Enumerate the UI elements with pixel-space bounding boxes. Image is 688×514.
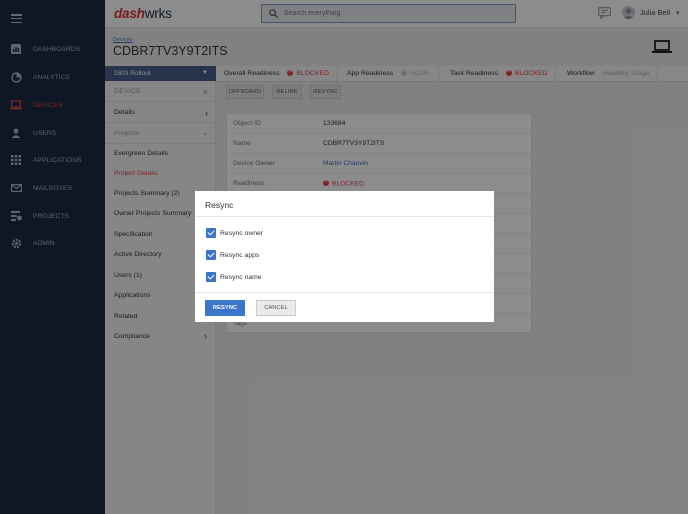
cancel-button[interactable]: CANCEL bbox=[256, 300, 296, 316]
resync-name-checkbox[interactable] bbox=[206, 272, 216, 282]
resync-apps-option[interactable]: Resync apps bbox=[206, 250, 259, 260]
resync-button[interactable]: RESYNC bbox=[205, 300, 245, 316]
divider bbox=[195, 216, 494, 217]
dialog-title: Resync bbox=[205, 200, 234, 210]
resync-owner-option[interactable]: Resync owner bbox=[206, 228, 263, 238]
resync-dialog: Resync Resync owner Resync apps Resync n… bbox=[195, 191, 494, 322]
divider bbox=[195, 292, 494, 293]
resync-owner-checkbox[interactable] bbox=[206, 228, 216, 238]
resync-apps-checkbox[interactable] bbox=[206, 250, 216, 260]
resync-name-option[interactable]: Resync name bbox=[206, 272, 262, 282]
